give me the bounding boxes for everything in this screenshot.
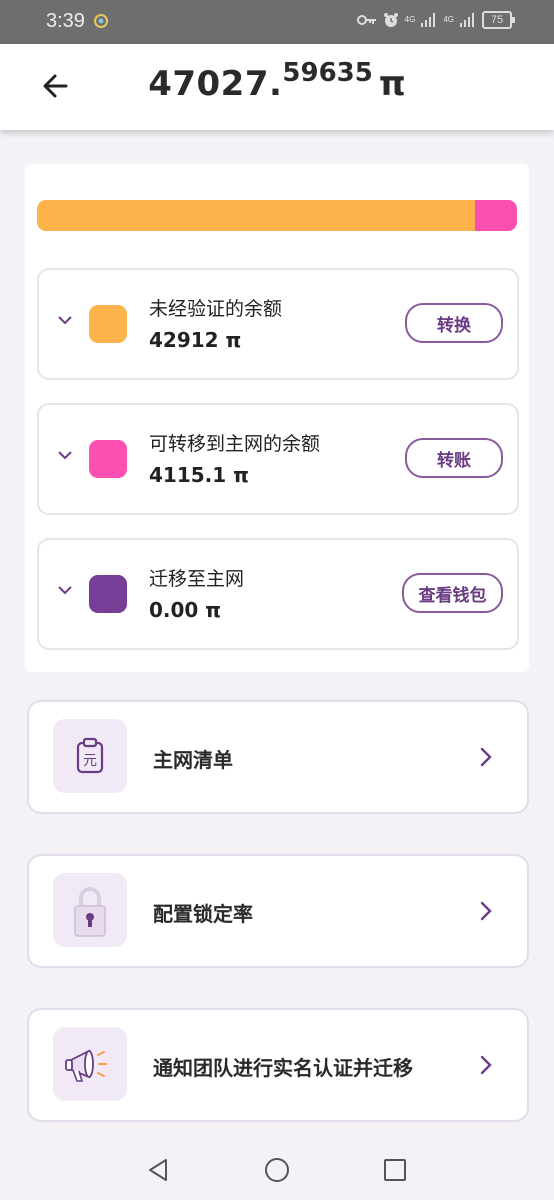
menu-label: 主网清单 [153, 748, 233, 772]
currency-symbol: π [378, 64, 406, 104]
transfer-button[interactable]: 转账 [405, 438, 503, 478]
color-swatch [89, 305, 127, 343]
status-bar: 3:39 4G 4G 75 [0, 0, 554, 44]
square-recents-icon[interactable] [381, 1156, 409, 1184]
chevron-right-icon [480, 901, 492, 921]
chevron-down-icon[interactable] [57, 449, 73, 461]
app-notification-icon [94, 14, 108, 28]
megaphone-icon [65, 1049, 107, 1082]
padlock-icon [74, 887, 106, 937]
chevron-down-icon[interactable] [57, 314, 73, 326]
svg-text:元: 元 [83, 753, 97, 769]
alarm-icon [383, 13, 398, 27]
menu-label: 配置锁定率 [153, 902, 253, 926]
balance-breakdown-card: 未经验证的余额 42912 π 转换 可转移到主网的余额 4115.1 π 转账… [25, 164, 529, 672]
total-balance: 47027.59635 π [0, 58, 554, 104]
icon-tile [53, 1027, 127, 1101]
lockup-config-item[interactable]: 配置锁定率 [27, 854, 529, 968]
balance-decimal: 59635 [282, 58, 373, 88]
balance-title: 迁移至主网 [149, 568, 245, 590]
balance-integer: 47027. [148, 64, 283, 104]
color-swatch [89, 575, 127, 613]
color-swatch [89, 440, 127, 478]
icon-tile [53, 873, 127, 947]
status-time: 3:39 [46, 10, 85, 32]
chevron-right-icon [480, 747, 492, 767]
signal-icon-2 [460, 13, 474, 27]
key-icon [356, 15, 376, 25]
network-type-a: 4G [404, 15, 416, 24]
balance-card-migrated[interactable]: 迁移至主网 0.00 π 查看钱包 [37, 538, 519, 650]
ratio-segment [37, 200, 475, 231]
balance-card-unverified[interactable]: 未经验证的余额 42912 π 转换 [37, 268, 519, 380]
balance-amount: 4115.1 π [149, 463, 249, 487]
chevron-down-icon[interactable] [57, 584, 73, 596]
system-navigation-bar [0, 1140, 554, 1200]
balance-title: 未经验证的余额 [149, 298, 283, 320]
clipboard-yuan-icon: 元 [76, 737, 104, 774]
kyc-notify-item[interactable]: 通知团队进行实名认证并迁移 [27, 1008, 529, 1122]
icon-tile: 元 [53, 719, 127, 793]
menu-label: 通知团队进行实名认证并迁移 [153, 1056, 413, 1080]
battery-icon: 75 [482, 11, 515, 29]
network-type-b: 4G [443, 15, 454, 24]
chevron-right-icon [480, 1055, 492, 1075]
balance-card-transferable[interactable]: 可转移到主网的余额 4115.1 π 转账 [37, 403, 519, 515]
convert-button[interactable]: 转换 [405, 303, 503, 343]
signal-icon [421, 13, 436, 27]
circle-home-icon[interactable] [263, 1156, 291, 1184]
balance-amount: 0.00 π [149, 598, 222, 622]
balance-title: 可转移到主网的余额 [149, 433, 321, 455]
status-icons: 4G 4G 75 [356, 11, 515, 29]
triangle-back-icon[interactable] [144, 1156, 172, 1184]
view-wallet-button[interactable]: 查看钱包 [402, 573, 503, 613]
mainnet-checklist-item[interactable]: 元 主网清单 [27, 700, 529, 814]
balance-amount: 42912 π [149, 328, 242, 352]
app-header: 47027.59635 π [0, 44, 554, 130]
balance-ratio-bar [37, 200, 517, 231]
ratio-segment [474, 200, 517, 231]
